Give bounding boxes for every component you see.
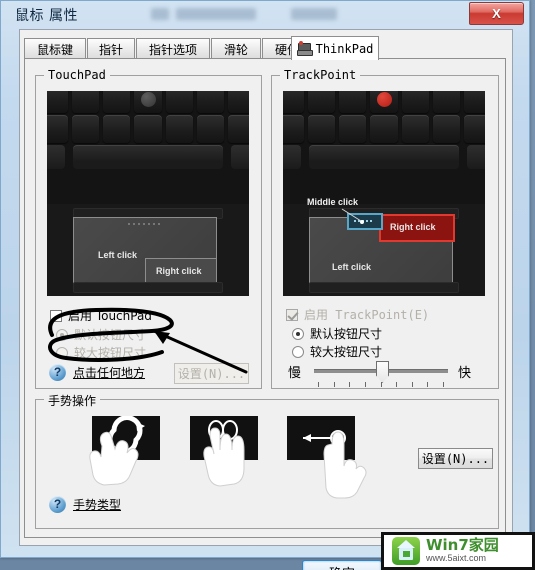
question-mark-icon <box>49 496 66 513</box>
touchpad-default-button-size-row[interactable]: 默认按钮尺寸 <box>56 326 146 343</box>
title-bar: 鼠标 属性 X <box>1 1 529 27</box>
titlebar-blur-2 <box>176 8 256 20</box>
touchpad-large-button-size-label: 较大按钮尺寸 <box>74 346 147 360</box>
trackpoint-middle-click-zone <box>347 213 383 230</box>
close-button[interactable]: X <box>469 2 524 25</box>
touchpad-default-button-size-radio[interactable] <box>56 328 68 341</box>
gesture-settings-button[interactable]: 设置(N)... <box>418 448 493 469</box>
enable-touchpad-checkbox[interactable] <box>50 309 62 322</box>
trackpoint-red-nub <box>377 92 392 107</box>
touchpad-right-click-label: Right click <box>156 266 202 276</box>
trackpoint-illustration: Left click Right click Middle click <box>283 91 485 296</box>
tab-label: 指针 <box>98 42 123 57</box>
enable-touchpad-label: 启用 TouchPad <box>68 309 152 323</box>
tab-mouse-buttons[interactable]: 鼠标键 <box>24 38 86 59</box>
touchpad-help-link-label: 点击任何地方 <box>73 366 146 380</box>
trackpoint-default-button-size-radio[interactable] <box>292 327 304 340</box>
trackpoint-right-click-label: Right click <box>390 222 436 232</box>
trackpoint-speed-slow-label: 慢 <box>288 366 302 381</box>
touchpad-large-button-size-radio[interactable] <box>56 346 68 359</box>
watermark-brand: Win7家园 <box>426 536 499 555</box>
gesture-settings-button-label: 设置(N)... <box>421 452 490 466</box>
trackpoint-large-button-size-label: 较大按钮尺寸 <box>310 345 383 359</box>
slider-thumb[interactable] <box>376 361 389 383</box>
two-finger-rotate-hand-icon <box>89 416 145 486</box>
enable-trackpoint-checkbox-row[interactable]: 启用 TrackPoint(E) <box>286 306 429 323</box>
ok-button-label: 确定 <box>329 563 355 570</box>
trackpoint-default-button-size-row[interactable]: 默认按钮尺寸 <box>292 325 382 342</box>
window-title: 鼠标 属性 <box>15 8 78 24</box>
tab-pointer-options[interactable]: 指针选项 <box>136 38 210 59</box>
close-icon: X <box>492 6 501 21</box>
tab-label: 指针选项 <box>148 42 197 57</box>
touchpad-settings-button-label: 设置(N)... <box>177 367 246 381</box>
tab-pointer[interactable]: 指针 <box>87 38 135 59</box>
touchpad-settings-button[interactable]: 设置(N)... <box>174 363 249 384</box>
trackpoint-right-click-zone: Right click <box>379 214 455 242</box>
tab-label: ThinkPad <box>315 41 374 56</box>
screen: 鼠标 属性 X 鼠标键 指针 指针选项 滑轮 硬件 ThinkPad Touch… <box>0 0 535 570</box>
touchpad-help-link[interactable]: 点击任何地方 <box>49 364 145 381</box>
three-finger-hand-icon <box>203 420 245 487</box>
trackpoint-large-button-size-row[interactable]: 较大按钮尺寸 <box>292 343 382 360</box>
touchpad-illustration: Left click Right click <box>47 91 249 296</box>
touchpad-default-button-size-label: 默认按钮尺寸 <box>74 328 147 342</box>
touchpad-right-click-zone: Right click <box>145 258 217 284</box>
touchpad-left-click-label: Left click <box>98 250 138 260</box>
trackpoint-speed-slider[interactable] <box>314 361 448 389</box>
question-mark-icon <box>49 364 66 381</box>
titlebar-blur-3 <box>291 8 337 20</box>
thinkpad-tab-panel: TouchPad Left click Right click 启用 Touch… <box>24 58 506 538</box>
trackpoint-group: TrackPoint Left click Right click Middle… <box>271 68 499 389</box>
enable-trackpoint-label: 启用 TrackPoint(E) <box>304 308 430 322</box>
tab-strip: 鼠标键 指针 指针选项 滑轮 硬件 ThinkPad <box>24 35 508 60</box>
trackpoint-default-button-size-label: 默认按钮尺寸 <box>310 327 383 341</box>
enable-touchpad-checkbox-row[interactable]: 启用 TouchPad <box>50 307 152 324</box>
thinkpad-device-icon <box>296 41 313 56</box>
tab-label: 鼠标键 <box>36 42 73 57</box>
site-watermark: Win7家园 www.5aixt.com <box>381 532 535 570</box>
touchpad-group: TouchPad Left click Right click 启用 Touch… <box>35 68 262 389</box>
gesture-group-legend: 手势操作 <box>44 392 101 409</box>
touchpad-large-button-size-row[interactable]: 较大按钮尺寸 <box>56 344 146 361</box>
trackpoint-speed-fast-label: 快 <box>458 366 472 381</box>
gesture-group: 手势操作 ? 手势类型 设置(N)... <box>35 392 499 529</box>
trackpoint-nub <box>141 92 156 107</box>
mouse-properties-window: 鼠标 属性 X 鼠标键 指针 指针选项 滑轮 硬件 ThinkPad Touch… <box>0 0 530 570</box>
palmrest: Left click Right click <box>47 204 249 296</box>
tab-thinkpad[interactable]: ThinkPad <box>291 36 379 60</box>
tab-label: 滑轮 <box>223 42 248 57</box>
palmrest: Left click Right click <box>283 204 485 296</box>
trackpoint-left-click-label: Left click <box>332 262 372 272</box>
enable-trackpoint-checkbox[interactable] <box>286 308 298 321</box>
trackpoint-large-button-size-radio[interactable] <box>292 345 304 358</box>
slider-ticks <box>318 382 444 387</box>
properties-dialog: 鼠标键 指针 指针选项 滑轮 硬件 ThinkPad TouchPad Left… <box>19 29 513 570</box>
titlebar-blur-1 <box>151 8 169 20</box>
touchpad-group-legend: TouchPad <box>44 68 110 82</box>
gesture-help-link[interactable]: 手势类型 <box>49 496 121 513</box>
watermark-url: www.5aixt.com <box>426 553 487 564</box>
one-finger-swipe-hand-icon <box>303 430 367 499</box>
ok-button[interactable]: 确定 <box>302 560 382 570</box>
win7-house-logo-icon <box>392 537 420 565</box>
trackpoint-middle-click-label: Middle click <box>307 197 359 207</box>
gesture-help-link-label: 手势类型 <box>73 498 122 512</box>
trackpoint-group-legend: TrackPoint <box>280 68 361 82</box>
tab-wheel[interactable]: 滑轮 <box>211 38 261 59</box>
